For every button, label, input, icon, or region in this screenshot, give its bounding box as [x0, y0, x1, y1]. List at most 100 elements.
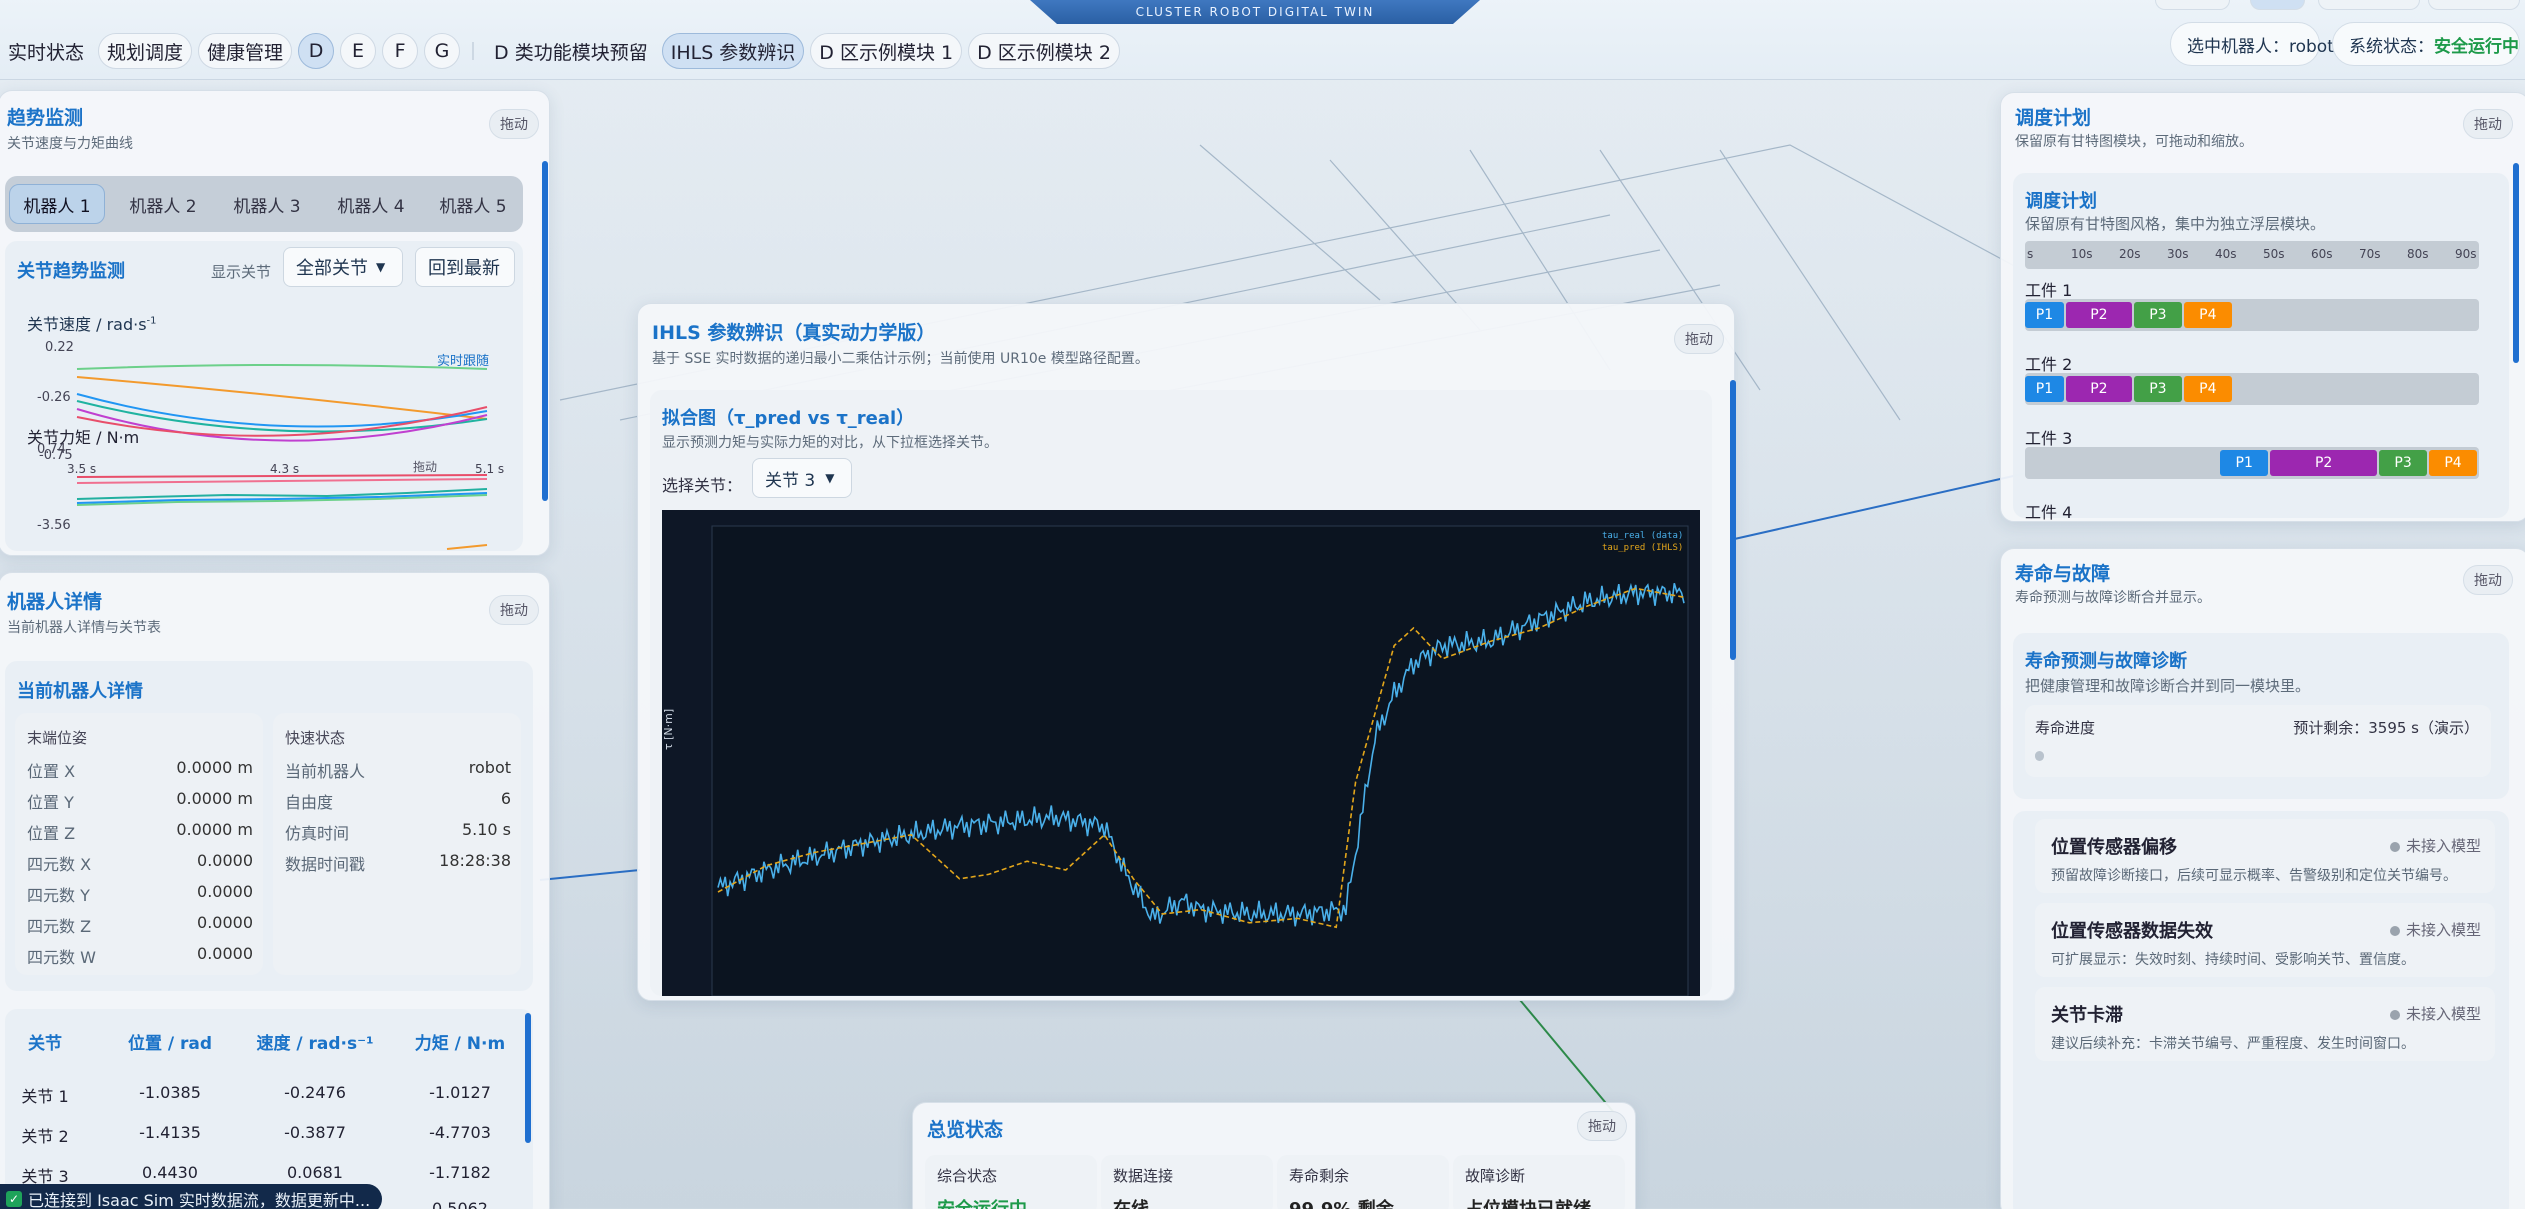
- gantt-segment[interactable]: P3: [2133, 302, 2182, 328]
- top-button-partial-4[interactable]: [2428, 0, 2520, 10]
- nav-tab-d-example-2[interactable]: D 区示例模块 2: [968, 33, 1120, 69]
- nav-tab-planning[interactable]: 规划调度: [98, 33, 193, 69]
- robot-tab-3[interactable]: 机器人 3: [219, 184, 315, 224]
- pose-key: 位置 Z: [27, 824, 76, 843]
- pose-card: 末端位姿 位置 X 0.0000 m 位置 Y 0.0000 m 位置 Z 0.000…: [15, 713, 263, 975]
- trend-scrollbar[interactable]: [542, 161, 548, 501]
- nav-tab-health[interactable]: 健康管理: [198, 33, 293, 69]
- gantt-tick: 30s: [2167, 247, 2189, 261]
- gantt-segment[interactable]: P2: [2065, 376, 2132, 402]
- nav-tab-ihls[interactable]: IHLS 参数辨识: [661, 33, 805, 69]
- gantt-row[interactable]: P1 P2 P3 P4: [2025, 373, 2479, 405]
- gantt-segment[interactable]: P2: [2270, 450, 2378, 476]
- gantt-segment[interactable]: P1: [2025, 302, 2064, 328]
- nav-tab-realtime[interactable]: 实时状态: [0, 33, 92, 69]
- pose-value: 0.0000 m: [176, 820, 253, 839]
- overview-panel[interactable]: 总览状态 拖动 综合状态安全运行中 数据连接在线 寿命剩余 99.9% 剩余 故障…: [912, 1102, 1636, 1209]
- schedule-panel[interactable]: 调度计划 保留原有甘特图模块，可拖动和缩放。 拖动 调度计划 保留原有甘特图风格…: [2000, 92, 2525, 522]
- pose-key: 四元数 W: [27, 948, 96, 967]
- details-panel-title: 机器人详情: [7, 591, 103, 613]
- top-button-partial-2[interactable]: [2250, 0, 2305, 10]
- selected-robot-badge[interactable]: 选中机器人：robot: [2170, 22, 2334, 66]
- table-scrollbar[interactable]: [525, 1013, 531, 1143]
- ihls-scrollbar[interactable]: [1730, 380, 1736, 660]
- gantt-segment[interactable]: P3: [2133, 376, 2182, 402]
- torque-tick-bot: -3.56: [37, 518, 71, 533]
- overview-card-label: 寿命剩余: [1289, 1167, 1350, 1185]
- joint-select-dropdown[interactable]: 全部关节 ▼: [283, 247, 403, 287]
- quick-value: 6: [500, 789, 511, 808]
- fit-chart[interactable]: τ [N·m] tau_real (data) tau_pred (IHLS): [662, 510, 1700, 996]
- system-status-value: 安全运行中: [2434, 36, 2519, 57]
- gantt-segment[interactable]: P1: [2220, 450, 2269, 476]
- diag-item-joint-stuck[interactable]: 关节卡滞 未接入模型 建议后续补充：卡滞关节编号、严重程度、发生时间窗口。: [2035, 987, 2495, 1061]
- ihls-panel[interactable]: IHLS 参数辨识（真实动力学版） 基于 SSE 实时数据的递归最小二乘估计示例…: [637, 303, 1736, 1001]
- diag-item-sensor-offset[interactable]: 位置传感器偏移 未接入模型 预留故障诊断接口，后续可显示概率、告警级别和定位关节…: [2035, 819, 2495, 893]
- gantt-row[interactable]: P1 P2 P3 P4: [2025, 447, 2479, 479]
- joint-select-label: 选择关节：: [662, 476, 743, 495]
- table-cell: -1.7182: [429, 1163, 491, 1182]
- schedule-drag-handle[interactable]: 拖动: [2463, 109, 2513, 139]
- quick-row-dof: 自由度 6: [285, 789, 511, 813]
- nav-tab-e[interactable]: E: [340, 33, 377, 69]
- gantt-row[interactable]: P1 P2 P3 P4: [2025, 299, 2479, 331]
- current-robot-card: 当前机器人详情 末端位姿 位置 X 0.0000 m 位置 Y 0.0000 m 位…: [5, 661, 533, 991]
- health-panel[interactable]: 寿命与故障 寿命预测与故障诊断合并显示。 拖动 寿命预测与故障诊断 把健康管理和…: [2000, 548, 2525, 1209]
- robot-details-panel[interactable]: 机器人详情 当前机器人详情与关节表 拖动 当前机器人详情 末端位姿 位置 X 0.…: [0, 572, 550, 1209]
- back-to-latest-button[interactable]: 回到最新: [415, 247, 515, 287]
- schedule-scrollbar[interactable]: [2513, 163, 2519, 363]
- torque-tick-top: 0.74: [37, 442, 66, 457]
- gantt-segment[interactable]: P2: [2065, 302, 2132, 328]
- quick-status-card: 快速状态 当前机器人 robot 自由度 6 仿真时间 5.10 s 数据时间戳 18:…: [273, 713, 521, 975]
- gantt-segment[interactable]: P3: [2379, 450, 2428, 476]
- health-drag-handle[interactable]: 拖动: [2463, 565, 2513, 595]
- legend-tau-pred: tau_pred (IHLS): [1602, 543, 1683, 553]
- trend-panel[interactable]: 趋势监测 关节速度与力矩曲线 拖动 机器人 1 机器人 2 机器人 3 机器人 …: [0, 90, 550, 556]
- joint-trend-card: 关节趋势监测 显示关节 全部关节 ▼ 回到最新 关节速度 / rad·s-1 0.…: [5, 241, 523, 551]
- nav-tab-d-example-1[interactable]: D 区示例模块 1: [810, 33, 963, 69]
- robot-tab-5[interactable]: 机器人 5: [425, 184, 521, 224]
- overview-drag-handle[interactable]: 拖动: [1577, 1111, 1627, 1141]
- gantt-segment[interactable]: P4: [2183, 302, 2232, 328]
- gantt-tick: 50s: [2263, 247, 2285, 261]
- gantt-segment[interactable]: P4: [2429, 450, 2477, 476]
- gantt-title: 调度计划: [2025, 191, 2097, 212]
- quick-row-robot: 当前机器人 robot: [285, 758, 511, 782]
- trend-drag-handle[interactable]: 拖动: [489, 109, 539, 139]
- details-drag-handle[interactable]: 拖动: [489, 595, 539, 625]
- pose-title: 末端位姿: [27, 729, 88, 747]
- gantt-segment[interactable]: P1: [2025, 376, 2064, 402]
- ihls-subtitle: 基于 SSE 实时数据的递归最小二乘估计示例；当前使用 UR10e 模型路径配置…: [652, 351, 1149, 367]
- nav-tab-g[interactable]: G: [424, 33, 461, 69]
- connection-toast: ✓ 已连接到 Isaac Sim 实时数据流，数据更新中...: [0, 1184, 383, 1209]
- overview-card-fault: 故障诊断占位模块已就绪: [1453, 1155, 1625, 1209]
- trend-panel-subtitle: 关节速度与力矩曲线: [7, 136, 133, 152]
- ihls-joint-select[interactable]: 关节 3 ▼: [752, 458, 852, 498]
- life-progress-box: 寿命进度 预计剩余：3595 s（演示）: [2025, 705, 2491, 777]
- ihls-drag-handle[interactable]: 拖动: [1674, 324, 1724, 354]
- nav-tab-f[interactable]: F: [382, 33, 419, 69]
- schedule-subtitle: 保留原有甘特图模块，可拖动和缩放。: [2015, 134, 2253, 150]
- gantt-tick: 90s: [2455, 247, 2477, 261]
- overview-card-value: 在线: [1113, 1195, 1149, 1209]
- pose-value: 0.0000: [197, 851, 253, 870]
- diag-status-text: 未接入模型: [2405, 837, 2481, 855]
- selected-robot-text: 选中机器人：robot: [2187, 36, 2334, 57]
- robot-tab-1[interactable]: 机器人 1: [9, 184, 105, 224]
- joint-trend-chart[interactable]: 0.22 -0.26 -0.75 实时跟随 关节力矩 / N·m 0.74 -3…: [27, 339, 507, 551]
- top-button-partial-3[interactable]: [2318, 0, 2420, 10]
- quick-status-title: 快速状态: [285, 729, 346, 747]
- ihls-joint-select-value: 关节 3: [765, 470, 816, 491]
- top-button-partial-1[interactable]: [2155, 0, 2230, 10]
- pose-row-qw: 四元数 W 0.0000: [27, 944, 253, 968]
- gantt-segment[interactable]: P4: [2183, 376, 2232, 402]
- diag-item-sensor-failure[interactable]: 位置传感器数据失效 未接入模型 可扩展显示：失效时刻、持续时间、受影响关节、置信…: [2035, 903, 2495, 977]
- joint-table: 关节 位置 / rad 速度 / rad·s⁻¹ 力矩 / N·m 关节 1 -…: [5, 1009, 533, 1209]
- nav-tab-d[interactable]: D: [298, 33, 335, 69]
- nav-tab-d-reserved[interactable]: D 类功能模块预留: [486, 33, 656, 69]
- legend-tau-real: tau_real (data): [1602, 531, 1683, 541]
- time-tick-1: 3.5 s: [67, 462, 96, 476]
- fit-chart-subtitle: 显示预测力矩与实际力矩的对比，从下拉框选择关节。: [662, 435, 998, 451]
- robot-tab-2[interactable]: 机器人 2: [115, 184, 211, 224]
- robot-tab-4[interactable]: 机器人 4: [323, 184, 419, 224]
